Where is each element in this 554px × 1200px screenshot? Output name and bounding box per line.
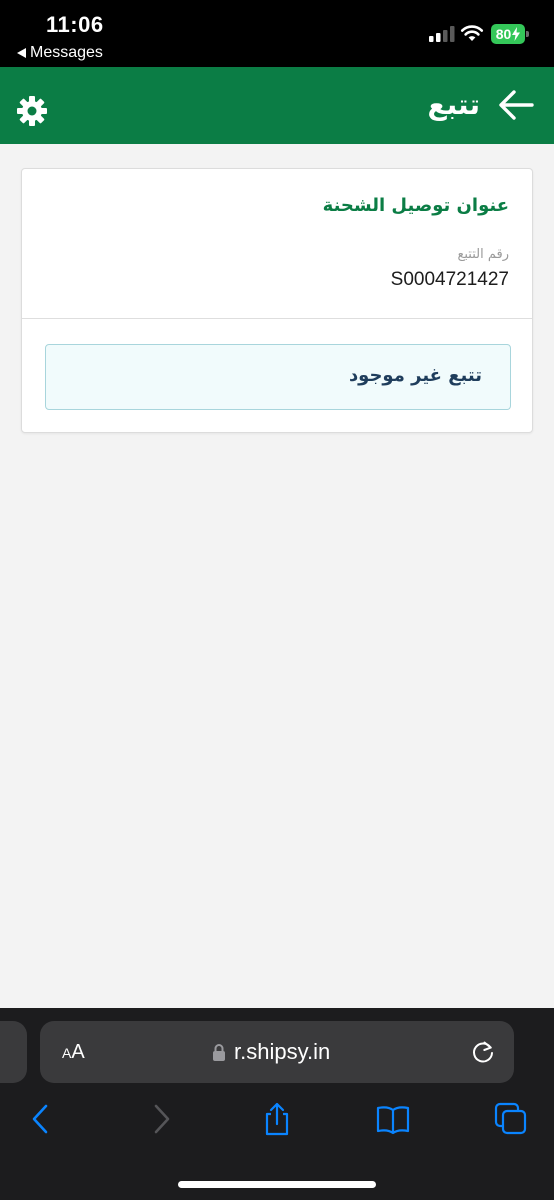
- card-divider: [22, 318, 532, 319]
- address-bar[interactable]: AA r.shipsy.in: [40, 1021, 514, 1083]
- battery-level: 80: [495, 26, 512, 42]
- bookmarks-icon[interactable]: [376, 1102, 410, 1136]
- lock-icon: [213, 1043, 225, 1061]
- back-chevron-icon[interactable]: [24, 1102, 58, 1136]
- back-arrow-icon[interactable]: [498, 87, 534, 123]
- url-text: r.shipsy.in: [234, 1039, 331, 1064]
- back-triangle-icon: [17, 48, 26, 58]
- tabs-icon[interactable]: [494, 1102, 528, 1136]
- not-found-notice: تتبع غير موجود: [45, 344, 511, 410]
- previous-tab-preview[interactable]: [0, 1021, 27, 1083]
- back-to-app-link[interactable]: Messages: [17, 44, 103, 62]
- battery-indicator: 80: [491, 24, 529, 44]
- home-indicator: [178, 1181, 376, 1188]
- gear-icon[interactable]: [16, 95, 48, 127]
- tracking-number-label: رقم التتبع: [457, 247, 509, 262]
- tracking-number-value: S0004721427: [390, 269, 509, 290]
- charging-bolt-icon: [512, 27, 521, 41]
- page-title: تتبع: [427, 88, 481, 121]
- status-bar: 11:06 Messages 80: [0, 0, 554, 67]
- text-size-button[interactable]: AA: [62, 1041, 85, 1064]
- back-app-label: Messages: [30, 44, 103, 61]
- cellular-signal-icon: [429, 26, 455, 42]
- browser-bottom-bar: AA r.shipsy.in: [0, 1008, 554, 1200]
- share-icon[interactable]: [260, 1102, 294, 1136]
- shipment-card: عنوان توصيل الشحنة رقم التتبع S000472142…: [21, 168, 533, 433]
- app-header: تتبع: [0, 67, 554, 144]
- not-found-message: تتبع غير موجود: [348, 365, 482, 386]
- card-title: عنوان توصيل الشحنة: [322, 195, 509, 216]
- forward-chevron-icon[interactable]: [144, 1102, 178, 1136]
- reload-icon[interactable]: [470, 1039, 496, 1065]
- status-time: 11:06: [46, 12, 104, 37]
- wifi-icon: [460, 25, 484, 41]
